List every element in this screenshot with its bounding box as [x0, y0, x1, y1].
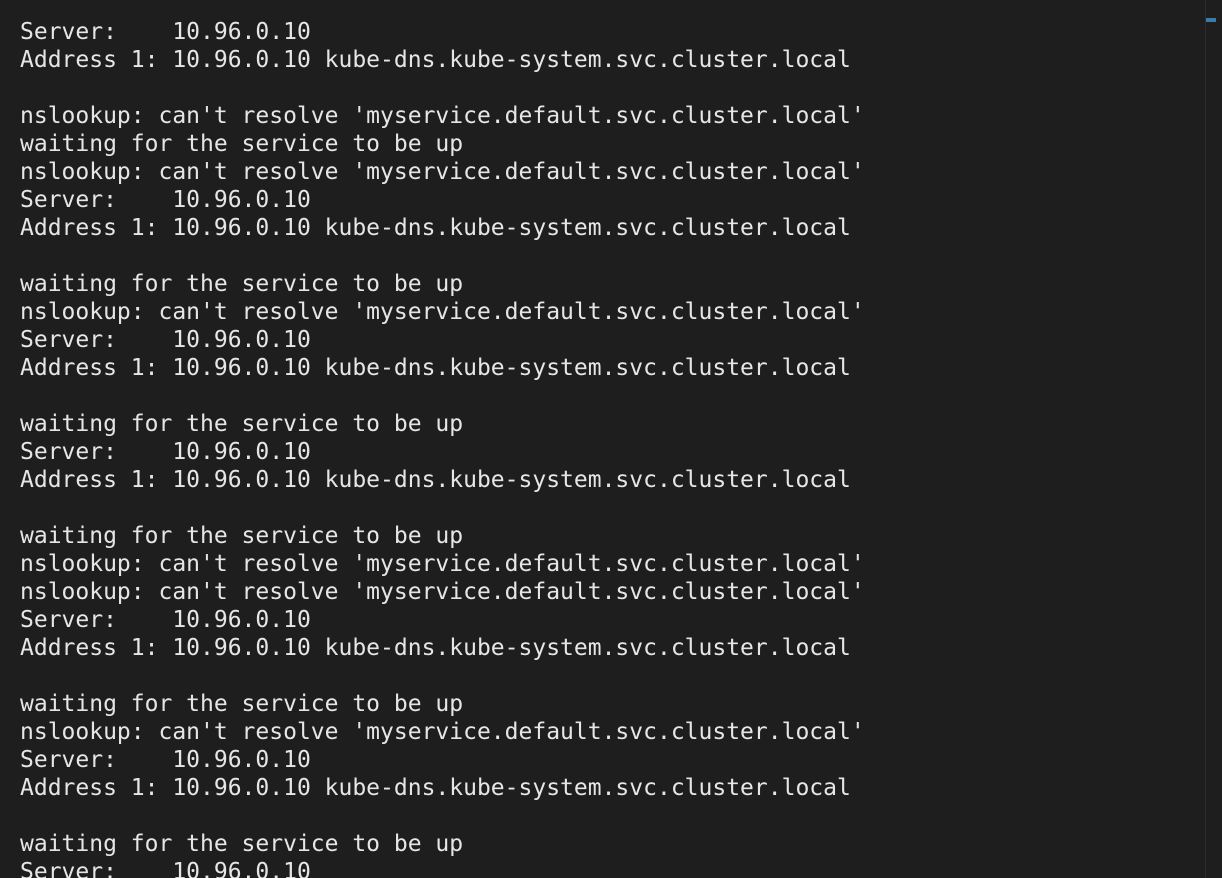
- terminal-line: nslookup: can't resolve 'myservice.defau…: [20, 103, 865, 129]
- terminal-line: Server: 10.96.0.10: [20, 187, 311, 213]
- vertical-scrollbar[interactable]: [1205, 0, 1222, 878]
- terminal-line: nslookup: can't resolve 'myservice.defau…: [20, 551, 865, 577]
- terminal-window[interactable]: Server: 10.96.0.10 Address 1: 10.96.0.10 …: [0, 0, 1222, 878]
- terminal-line: waiting for the service to be up: [20, 271, 464, 297]
- terminal-line: nslookup: can't resolve 'myservice.defau…: [20, 159, 865, 185]
- terminal-line: Address 1: 10.96.0.10 kube-dns.kube-syst…: [20, 215, 851, 241]
- terminal-line: Server: 10.96.0.10: [20, 747, 311, 773]
- terminal-line: Address 1: 10.96.0.10 kube-dns.kube-syst…: [20, 775, 851, 801]
- terminal-line: nslookup: can't resolve 'myservice.defau…: [20, 579, 865, 605]
- terminal-line: waiting for the service to be up: [20, 523, 464, 549]
- terminal-line: nslookup: can't resolve 'myservice.defau…: [20, 299, 865, 325]
- terminal-output: Server: 10.96.0.10 Address 1: 10.96.0.10 …: [20, 18, 865, 878]
- terminal-line: Address 1: 10.96.0.10 kube-dns.kube-syst…: [20, 467, 851, 493]
- terminal-line: Server: 10.96.0.10: [20, 439, 311, 465]
- terminal-line: Address 1: 10.96.0.10 kube-dns.kube-syst…: [20, 47, 851, 73]
- terminal-line: waiting for the service to be up: [20, 131, 464, 157]
- scrollbar-thumb[interactable]: [1206, 18, 1216, 22]
- terminal-line: waiting for the service to be up: [20, 691, 464, 717]
- terminal-line: Server: 10.96.0.10: [20, 859, 311, 878]
- terminal-line: nslookup: can't resolve 'myservice.defau…: [20, 719, 865, 745]
- terminal-line: waiting for the service to be up: [20, 411, 464, 437]
- terminal-line: waiting for the service to be up: [20, 831, 464, 857]
- terminal-line: Server: 10.96.0.10: [20, 327, 311, 353]
- terminal-line: Address 1: 10.96.0.10 kube-dns.kube-syst…: [20, 355, 851, 381]
- terminal-line: Server: 10.96.0.10: [20, 19, 311, 45]
- terminal-line: Server: 10.96.0.10: [20, 607, 311, 633]
- terminal-line: Address 1: 10.96.0.10 kube-dns.kube-syst…: [20, 635, 851, 661]
